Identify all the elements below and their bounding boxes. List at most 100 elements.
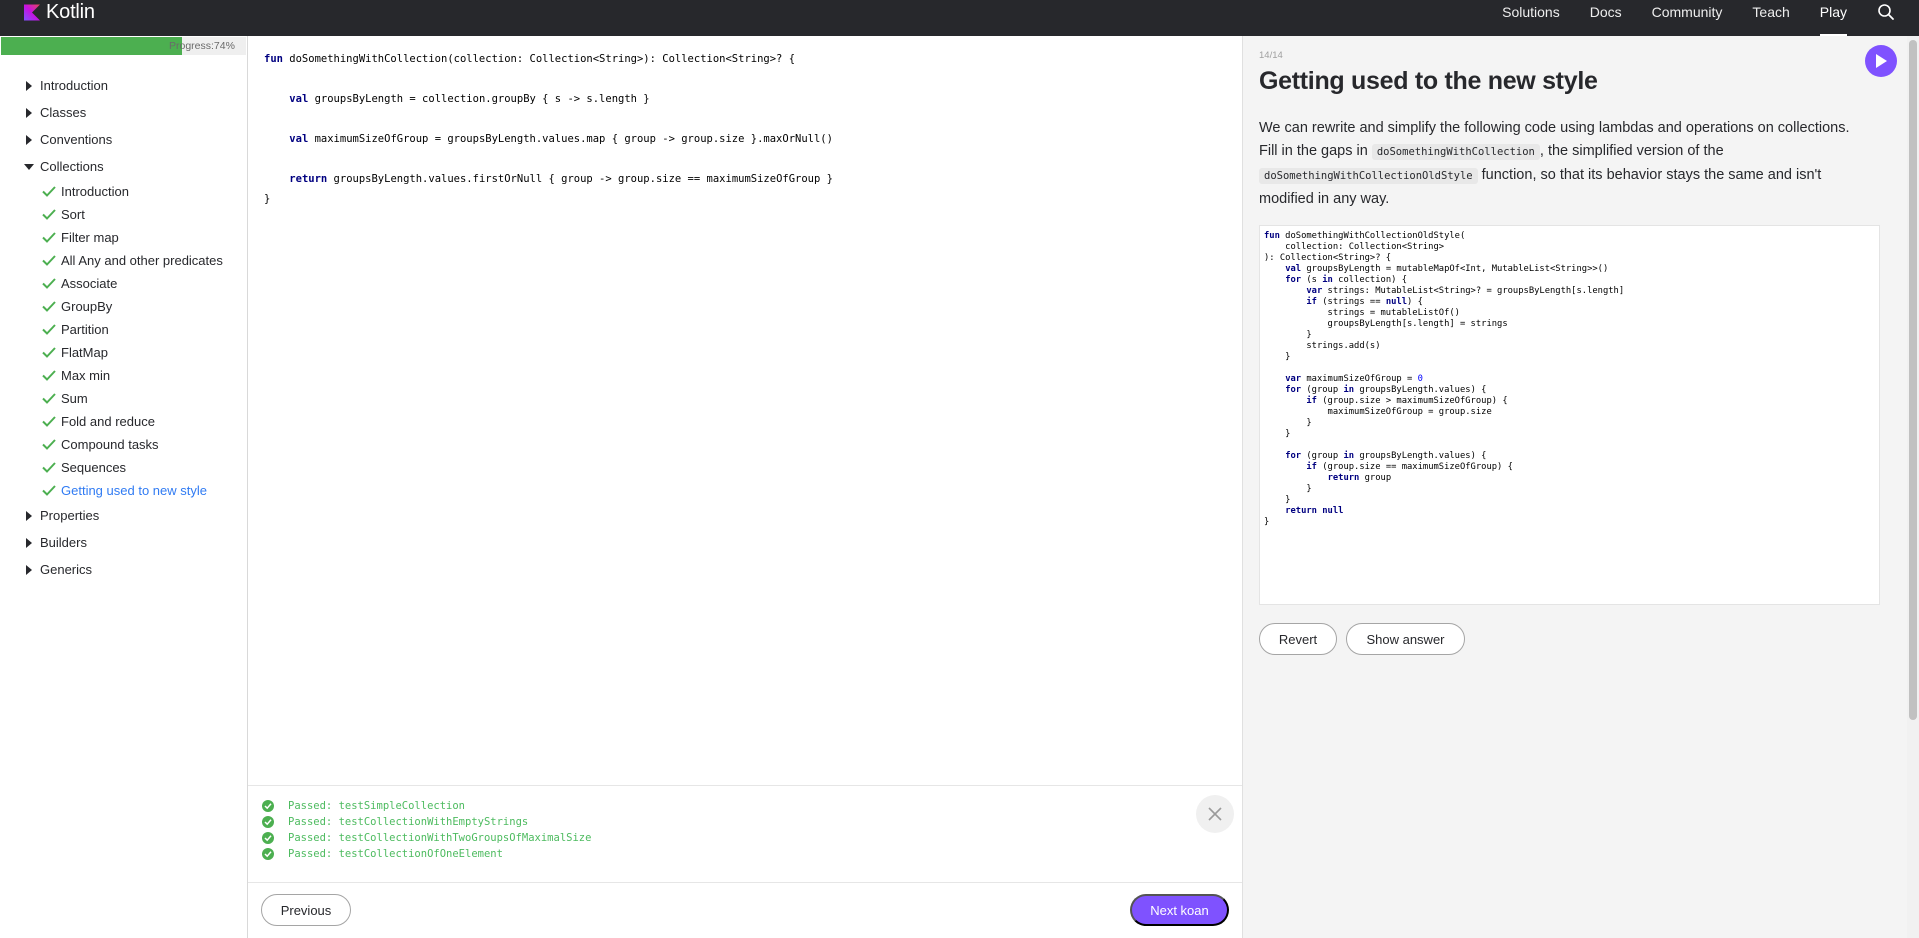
code-line[interactable]: return groupsByLength.values.firstOrNull…: [264, 173, 833, 185]
task-groupby[interactable]: GroupBy: [0, 295, 248, 318]
caret-right-icon: [26, 81, 32, 91]
section-introduction[interactable]: Introduction: [0, 72, 248, 99]
nav-teach[interactable]: Teach: [1752, 4, 1789, 20]
task-sequences[interactable]: Sequences: [0, 456, 248, 479]
check-icon: [42, 370, 56, 381]
code-block-line: val groupsByLength = mutableMapOf<Int, M…: [1285, 264, 1609, 274]
code-block-line: groupsByLength[s.length] = strings: [1264, 319, 1508, 329]
task-partition[interactable]: Partition: [0, 318, 248, 341]
code-editor[interactable]: fun doSomethingWithCollection(collection…: [248, 36, 1242, 785]
caret-right-icon: [26, 511, 32, 521]
code-block-line: strings = mutableListOf(): [1264, 308, 1460, 318]
show-answer-button[interactable]: Show answer: [1346, 623, 1465, 655]
check-icon: [42, 255, 56, 266]
next-koan-button[interactable]: Next koan: [1130, 894, 1229, 926]
check-icon: [42, 232, 56, 243]
task-filter-map[interactable]: Filter map: [0, 226, 248, 249]
task-introduction[interactable]: Introduction: [0, 180, 248, 203]
code-block-line: }: [1264, 429, 1291, 439]
task-all-any[interactable]: All Any and other predicates: [0, 249, 248, 272]
code-block-line: if (group.size > maximumSizeOfGroup) {: [1306, 396, 1508, 406]
code-block-line: var maximumSizeOfGroup = 0: [1285, 374, 1423, 384]
section-properties[interactable]: Properties: [0, 502, 248, 529]
code-block-line: }: [1264, 330, 1312, 340]
progress-bar: Progress:74%: [1, 37, 246, 55]
koans-sidebar: Progress:74% Introduction Classes Conven…: [0, 36, 248, 938]
code-block-line: for (s in collection) {: [1285, 275, 1408, 285]
caret-right-icon: [26, 538, 32, 548]
test-result-row: Passed: testCollectionOfOneElement: [262, 847, 503, 861]
close-results-button[interactable]: [1196, 795, 1234, 833]
page-scrollbar[interactable]: [1907, 36, 1919, 938]
code-block-line: ): Collection<String>? {: [1264, 253, 1392, 263]
caret-right-icon: [26, 108, 32, 118]
task-getting-used-to-new-style[interactable]: Getting used to new style: [0, 479, 248, 502]
scrollbar-thumb[interactable]: [1909, 40, 1917, 720]
code-block-line: var strings: MutableList<String>? = grou…: [1306, 286, 1625, 296]
nav-play[interactable]: Play: [1819, 4, 1848, 36]
task-counter: 14/14: [1259, 50, 1283, 61]
nav-community[interactable]: Community: [1652, 4, 1723, 20]
caret-right-icon: [26, 135, 32, 145]
task-title: Getting used to the new style: [1259, 67, 1598, 95]
section-builders[interactable]: Builders: [0, 529, 248, 556]
check-icon: [42, 278, 56, 289]
task-flatmap[interactable]: FlatMap: [0, 341, 248, 364]
check-icon: [42, 186, 56, 197]
section-classes[interactable]: Classes: [0, 99, 248, 126]
check-icon: [42, 301, 56, 312]
code-block-line: for (group in groupsByLength.values) {: [1285, 451, 1487, 461]
check-icon: [42, 462, 56, 473]
code-block-line: fun doSomethingWithCollectionOldStyle(: [1264, 231, 1466, 241]
check-icon: [42, 439, 56, 450]
task-compound-tasks[interactable]: Compound tasks: [0, 433, 248, 456]
section-collections[interactable]: Collections: [0, 153, 248, 180]
task-fold-and-reduce[interactable]: Fold and reduce: [0, 410, 248, 433]
logo-text: Kotlin: [46, 0, 95, 23]
nav-solutions[interactable]: Solutions: [1502, 4, 1560, 20]
progress-fill: [1, 37, 183, 55]
code-block-line: return null: [1285, 506, 1344, 516]
task-description-panel: 14/14 Getting used to the new style We c…: [1242, 36, 1907, 938]
kotlin-logo[interactable]: Kotlin: [24, 0, 95, 24]
check-circle-icon: [262, 800, 274, 812]
play-icon: [1876, 54, 1887, 68]
run-button[interactable]: [1865, 45, 1897, 77]
section-generics[interactable]: Generics: [0, 556, 248, 583]
test-result-row: Passed: testSimpleCollection: [262, 799, 465, 813]
task-sort[interactable]: Sort: [0, 203, 248, 226]
old-style-code-block: fun doSomethingWithCollectionOldStyle( c…: [1259, 225, 1880, 605]
check-icon: [42, 393, 56, 404]
code-line[interactable]: }: [264, 193, 270, 205]
code-block-line: }: [1264, 484, 1312, 494]
check-circle-icon: [262, 832, 274, 844]
caret-down-icon: [24, 164, 34, 170]
task-max-min[interactable]: Max min: [0, 364, 248, 387]
navigation-footer: Previous Next koan: [248, 882, 1242, 938]
nav-docs[interactable]: Docs: [1590, 4, 1622, 20]
code-block-line: if (strings == null) {: [1306, 297, 1423, 307]
code-line[interactable]: val groupsByLength = collection.groupBy …: [264, 93, 649, 105]
close-icon: [1208, 807, 1222, 821]
code-block-line: if (group.size == maximumSizeOfGroup) {: [1306, 462, 1513, 472]
check-circle-icon: [262, 848, 274, 860]
inline-code: doSomethingWithCollectionOldStyle: [1259, 168, 1478, 184]
check-icon: [42, 416, 56, 427]
test-result-row: Passed: testCollectionWithTwoGroupsOfMax…: [262, 831, 591, 845]
code-block-line: }: [1264, 517, 1270, 527]
test-result-text: Passed: testCollectionWithTwoGroupsOfMax…: [288, 832, 592, 844]
search-icon[interactable]: [1877, 3, 1895, 21]
previous-button[interactable]: Previous: [261, 894, 351, 926]
section-conventions[interactable]: Conventions: [0, 126, 248, 153]
code-block-line: collection: Collection<String>: [1264, 242, 1445, 252]
code-line[interactable]: val maximumSizeOfGroup = groupsByLength.…: [264, 133, 833, 145]
check-icon: [42, 347, 56, 358]
kotlin-logo-icon: [24, 4, 40, 20]
test-result-text: Passed: testSimpleCollection: [288, 800, 466, 812]
test-result-text: Passed: testCollectionWithEmptyStrings: [288, 816, 529, 828]
top-navigation-bar: Kotlin Solutions Docs Community Teach Pl…: [0, 0, 1919, 36]
task-sum[interactable]: Sum: [0, 387, 248, 410]
revert-button[interactable]: Revert: [1259, 623, 1337, 655]
code-line[interactable]: fun doSomethingWithCollection(collection…: [264, 53, 795, 65]
task-associate[interactable]: Associate: [0, 272, 248, 295]
